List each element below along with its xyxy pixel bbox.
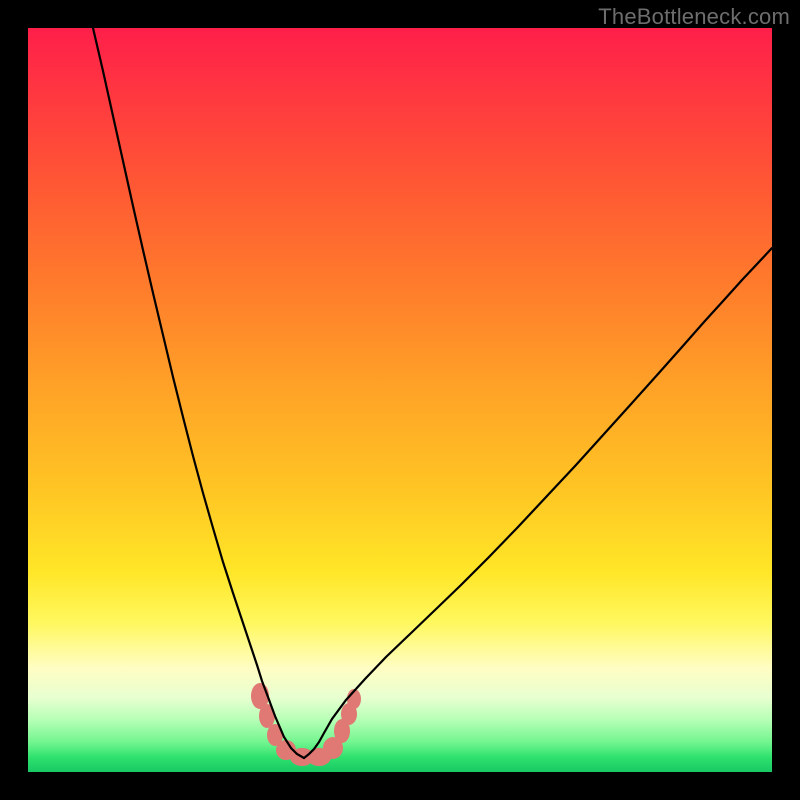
watermark-text: TheBottleneck.com — [598, 4, 790, 30]
outer-frame: TheBottleneck.com — [0, 0, 800, 800]
plot-area — [28, 28, 772, 772]
curve-right — [304, 248, 772, 758]
curve-layer — [28, 28, 772, 772]
curve-left — [93, 28, 304, 758]
